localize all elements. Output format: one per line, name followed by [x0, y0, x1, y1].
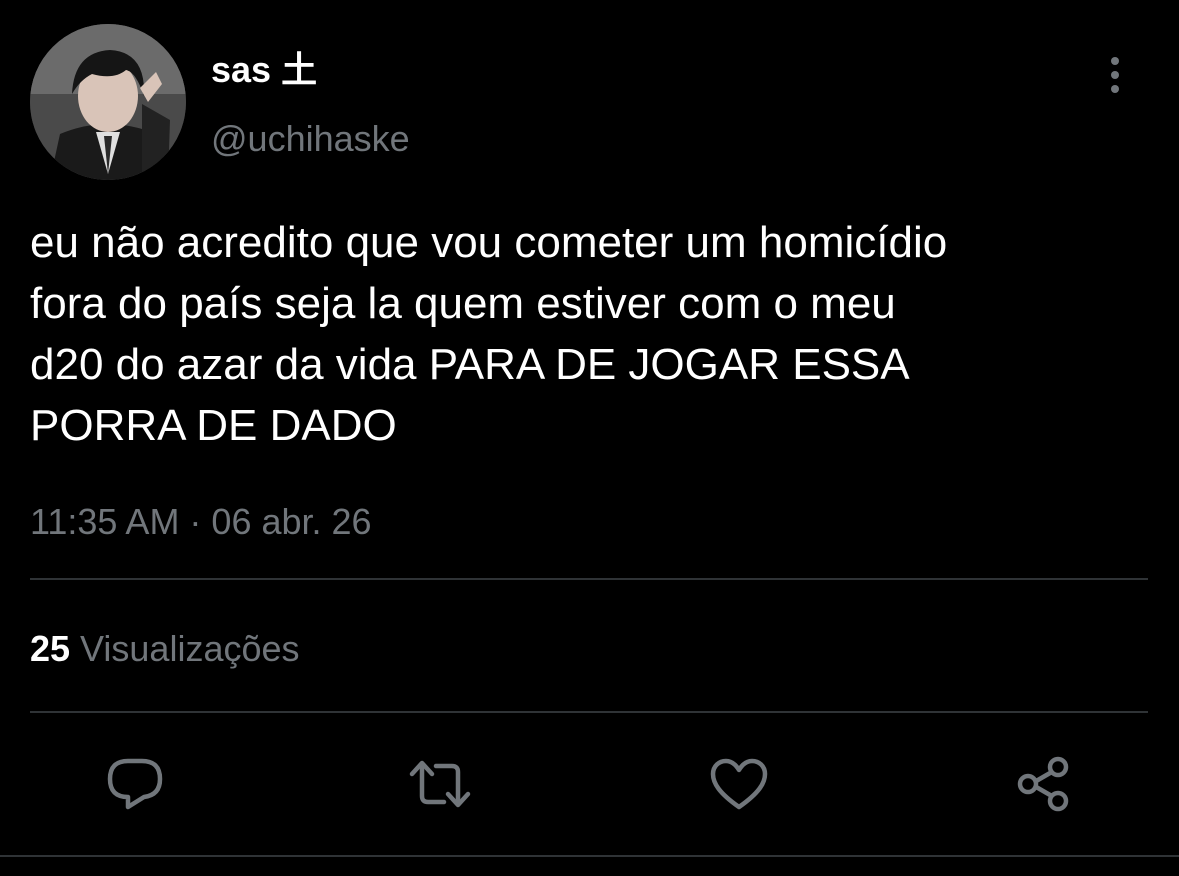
- views-label: Visualizações: [80, 628, 300, 669]
- divider: [30, 578, 1148, 580]
- retweet-icon: [409, 760, 471, 808]
- divider: [30, 711, 1148, 713]
- display-name[interactable]: sas 土: [211, 50, 317, 90]
- reply-button[interactable]: [103, 752, 167, 816]
- tweet-timestamp[interactable]: 11:35 AM · 06 abr. 26: [30, 500, 372, 544]
- user-handle[interactable]: @uchihaske: [211, 118, 410, 160]
- tweet-detail: sas 土 @uchihaske eu não acredito que vou…: [0, 0, 1179, 876]
- avatar[interactable]: [30, 24, 186, 180]
- tweet-text: eu não acredito que vou cometer um homic…: [30, 218, 948, 450]
- retweet-button[interactable]: [408, 752, 472, 816]
- views-stat[interactable]: 25 Visualizações: [30, 627, 300, 671]
- reply-icon: [107, 758, 163, 810]
- share-button[interactable]: [1012, 752, 1076, 816]
- divider: [0, 855, 1179, 857]
- share-icon: [1017, 756, 1069, 812]
- avatar-image: [30, 24, 186, 180]
- heart-icon: [710, 758, 768, 810]
- more-vertical-icon: [1111, 57, 1119, 93]
- more-options-button[interactable]: [1096, 54, 1134, 96]
- like-button[interactable]: [707, 752, 771, 816]
- views-count: 25: [30, 628, 71, 669]
